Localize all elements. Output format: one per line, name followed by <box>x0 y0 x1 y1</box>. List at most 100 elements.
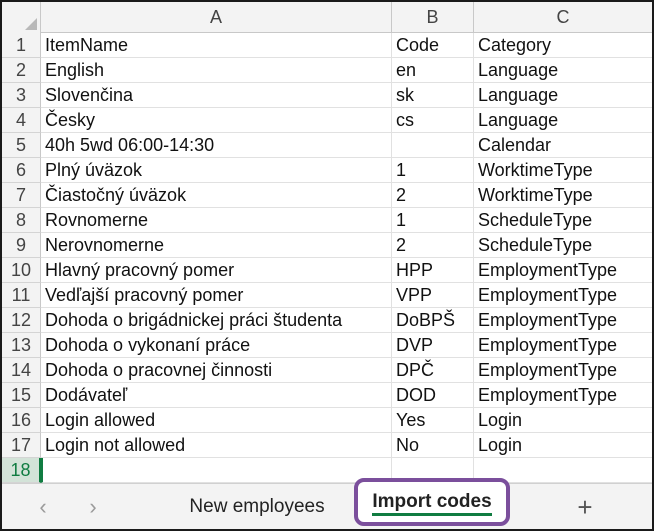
cell-a[interactable]: Česky <box>41 108 392 133</box>
cell-c[interactable]: ScheduleType <box>474 233 652 258</box>
row-header[interactable]: 13 <box>2 333 41 358</box>
cell-c[interactable]: Login <box>474 408 652 433</box>
cell-a[interactable]: ItemName <box>41 33 392 58</box>
column-header-row: A B C <box>2 2 652 33</box>
cell-c[interactable]: ScheduleType <box>474 208 652 233</box>
row-header[interactable]: 14 <box>2 358 41 383</box>
table-row: 10 Hlavný pracovný pomer HPP EmploymentType <box>2 258 652 283</box>
table-row: 18 <box>2 458 652 483</box>
cell-a[interactable]: English <box>41 58 392 83</box>
cell-c[interactable]: EmploymentType <box>474 383 652 408</box>
select-all-button[interactable] <box>2 2 41 33</box>
cell-b[interactable]: DPČ <box>392 358 474 383</box>
table-row: 3 Slovenčina sk Language <box>2 83 652 108</box>
row-header[interactable]: 10 <box>2 258 41 283</box>
cell-c[interactable]: WorktimeType <box>474 158 652 183</box>
cell-c[interactable]: EmploymentType <box>474 333 652 358</box>
cell-b[interactable]: DoBPŠ <box>392 308 474 333</box>
cell-a[interactable]: 40h 5wd 06:00-14:30 <box>41 133 392 158</box>
cell-c[interactable]: Language <box>474 58 652 83</box>
table-row: 11 Vedľajší pracovný pomer VPP EmploymentTy… <box>2 283 652 308</box>
spreadsheet-window: A B C 1 ItemName Code Category 2 English en Lan… <box>0 0 654 531</box>
row-header[interactable]: 18 <box>2 458 41 483</box>
table-row: 17 Login not allowed No Login <box>2 433 652 458</box>
cell-b[interactable]: Code <box>392 33 474 58</box>
table-row: 13 Dohoda o vykonaní práce DVP EmploymentTy… <box>2 333 652 358</box>
cell-b[interactable]: 1 <box>392 158 474 183</box>
chevron-left-icon[interactable]: ‹ <box>28 492 58 522</box>
cell-a[interactable]: Vedľajší pracovný pomer <box>41 283 392 308</box>
chevron-right-icon[interactable]: › <box>78 492 108 522</box>
row-header[interactable]: 1 <box>2 33 41 58</box>
table-row: 2 English en Language <box>2 58 652 83</box>
select-all-icon <box>25 18 37 30</box>
cell-c[interactable]: Calendar <box>474 133 652 158</box>
cell-b[interactable]: en <box>392 58 474 83</box>
plus-icon[interactable]: + <box>568 492 602 522</box>
cell-a[interactable]: Login allowed <box>41 408 392 433</box>
cell-c[interactable]: EmploymentType <box>474 308 652 333</box>
table-row: 6 Plný úväzok 1 WorktimeType <box>2 158 652 183</box>
cell-c[interactable]: Language <box>474 108 652 133</box>
table-row: 7 Čiastočný úväzok 2 WorktimeType <box>2 183 652 208</box>
cell-c[interactable]: WorktimeType <box>474 183 652 208</box>
column-header-b[interactable]: B <box>392 2 474 33</box>
cell-b[interactable]: No <box>392 433 474 458</box>
cell-b[interactable]: sk <box>392 83 474 108</box>
cell-a[interactable]: Slovenčina <box>41 83 392 108</box>
cell-a[interactable]: Dohoda o vykonaní práce <box>41 333 392 358</box>
cell-b[interactable]: DOD <box>392 383 474 408</box>
cell-c[interactable]: EmploymentType <box>474 283 652 308</box>
cell-b[interactable]: 2 <box>392 233 474 258</box>
table-row: 12 Dohoda o brigádnickej práci študenta Do… <box>2 308 652 333</box>
cell-b[interactable]: Yes <box>392 408 474 433</box>
cell-c[interactable]: EmploymentType <box>474 358 652 383</box>
cell-b[interactable]: cs <box>392 108 474 133</box>
row-header[interactable]: 9 <box>2 233 41 258</box>
tab-import-codes[interactable]: Import codes <box>354 478 510 526</box>
cell-b[interactable]: 2 <box>392 183 474 208</box>
cell-c[interactable]: Language <box>474 83 652 108</box>
column-header-c[interactable]: C <box>474 2 652 33</box>
cell-c[interactable]: Category <box>474 33 652 58</box>
cell-a[interactable]: Plný úväzok <box>41 158 392 183</box>
cell-a[interactable]: Čiastočný úväzok <box>41 183 392 208</box>
cell-b[interactable]: VPP <box>392 283 474 308</box>
cell-c[interactable]: Login <box>474 433 652 458</box>
cell-a[interactable]: Rovnomerne <box>41 208 392 233</box>
row-header[interactable]: 11 <box>2 283 41 308</box>
cell-a[interactable]: Dodávateľ <box>41 383 392 408</box>
cell-a[interactable]: Hlavný pracovný pomer <box>41 258 392 283</box>
cell-a[interactable]: Dohoda o brigádnickej práci študenta <box>41 308 392 333</box>
cell-b[interactable]: HPP <box>392 258 474 283</box>
table-row: 1 ItemName Code Category <box>2 33 652 58</box>
row-header[interactable]: 7 <box>2 183 41 208</box>
cell-c[interactable]: EmploymentType <box>474 258 652 283</box>
cell-b[interactable]: DVP <box>392 333 474 358</box>
table-row: 8 Rovnomerne 1 ScheduleType <box>2 208 652 233</box>
table-row: 15 Dodávateľ DOD EmploymentType <box>2 383 652 408</box>
row-header[interactable]: 4 <box>2 108 41 133</box>
cell-a[interactable]: Nerovnomerne <box>41 233 392 258</box>
row-header[interactable]: 8 <box>2 208 41 233</box>
cell-b[interactable] <box>392 133 474 158</box>
table-row: 5 40h 5wd 06:00-14:30 Calendar <box>2 133 652 158</box>
row-header[interactable]: 16 <box>2 408 41 433</box>
tab-new-employees[interactable]: New employees <box>172 484 342 529</box>
cell-a[interactable] <box>41 458 392 483</box>
table-row: 9 Nerovnomerne 2 ScheduleType <box>2 233 652 258</box>
cell-b[interactable]: 1 <box>392 208 474 233</box>
row-header[interactable]: 17 <box>2 433 41 458</box>
table-row: 4 Česky cs Language <box>2 108 652 133</box>
sheet-grid: A B C 1 ItemName Code Category 2 English en Lan… <box>2 2 652 483</box>
row-header[interactable]: 6 <box>2 158 41 183</box>
row-header[interactable]: 2 <box>2 58 41 83</box>
row-header[interactable]: 15 <box>2 383 41 408</box>
cell-a[interactable]: Dohoda o pracovnej činnosti <box>41 358 392 383</box>
row-header[interactable]: 5 <box>2 133 41 158</box>
row-header[interactable]: 3 <box>2 83 41 108</box>
row-header[interactable]: 12 <box>2 308 41 333</box>
cell-a[interactable]: Login not allowed <box>41 433 392 458</box>
column-header-a[interactable]: A <box>41 2 392 33</box>
tab-label: New employees <box>189 496 325 517</box>
